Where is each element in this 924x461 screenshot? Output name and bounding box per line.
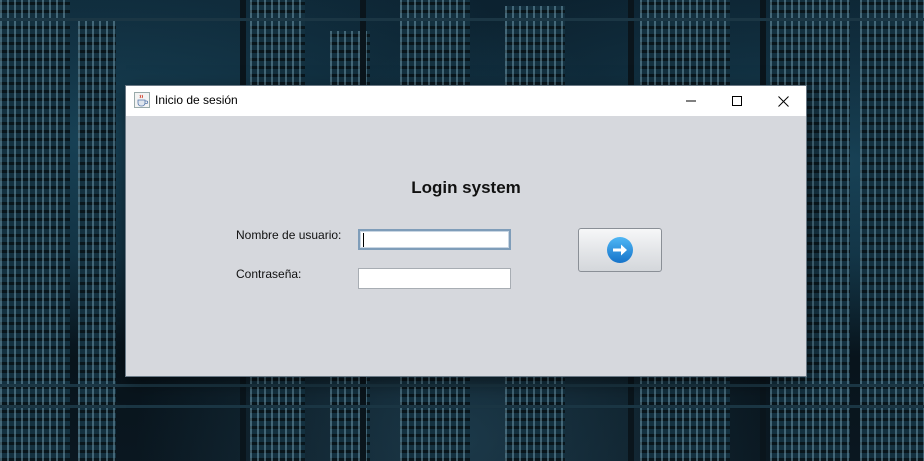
text-caret [363,233,364,247]
java-cup-icon [134,92,150,108]
maximize-icon [732,96,742,106]
arrow-right-circle-icon [607,237,633,263]
username-input[interactable] [358,229,511,250]
login-window: Inicio de sesión Login system Nombre de … [126,86,806,376]
title-bar[interactable]: Inicio de sesión [126,86,806,116]
username-label: Nombre de usuario: [236,228,342,242]
minimize-button[interactable] [668,86,714,116]
minimize-icon [686,100,696,102]
window-title: Inicio de sesión [155,93,238,107]
password-input[interactable] [358,268,511,289]
close-icon [777,95,789,107]
close-button[interactable] [760,86,806,116]
login-form: Login system Nombre de usuario: Contrase… [126,116,806,376]
form-heading: Login system [411,178,521,197]
maximize-button[interactable] [714,86,760,116]
password-label: Contraseña: [236,267,302,281]
login-submit-button[interactable] [578,228,662,272]
